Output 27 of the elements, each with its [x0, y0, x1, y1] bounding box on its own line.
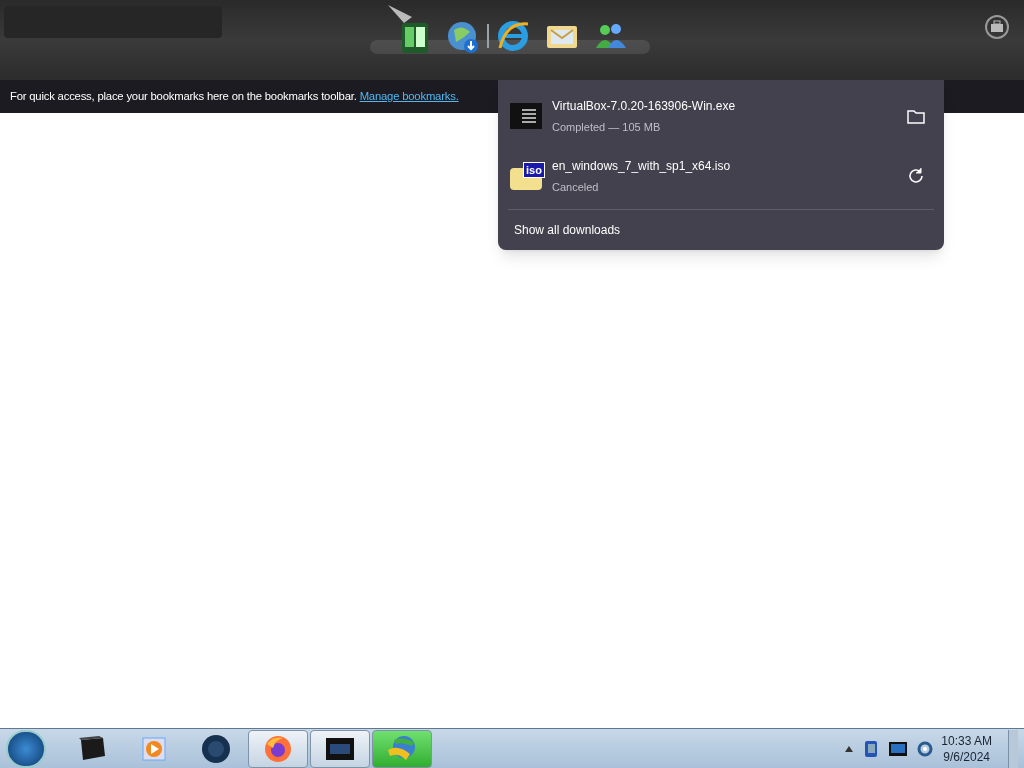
clock-date[interactable]: 9/6/2024: [943, 748, 990, 765]
download-filename: en_windows_7_with_sp1_x64.iso: [552, 157, 732, 175]
browser-e-icon[interactable]: [496, 18, 530, 52]
download-status: Canceled: [552, 179, 600, 195]
box-icon: [77, 735, 107, 762]
network-icon[interactable]: [863, 739, 880, 758]
clock-time[interactable]: 10:33 AM: [941, 732, 992, 749]
show-all-downloads-button[interactable]: Show all downloads: [504, 213, 938, 247]
dock-separator: [487, 24, 489, 48]
retry-icon[interactable]: [907, 167, 925, 185]
terminal-file-icon: [510, 103, 542, 129]
download-item[interactable]: VirtualBox-7.0.20-163906-Win.exe Completed — 105 MB: [504, 86, 938, 146]
taskbar-button[interactable]: [310, 729, 370, 768]
bookmarks-hint: For quick access, place your bookmarks here on the bookmarks toolbar.: [10, 89, 357, 105]
start-button[interactable]: [6, 729, 46, 768]
show-hidden-icons-icon[interactable]: [845, 745, 854, 752]
download-status: Completed — 105 MB: [552, 119, 662, 135]
monitor-icon[interactable]: [889, 741, 908, 756]
monitor-window-icon: [326, 737, 354, 760]
play-icon: [141, 735, 167, 762]
fox-globe-icon: [263, 733, 293, 764]
download-filename: VirtualBox-7.0.20-163906-Win.exe: [552, 97, 737, 115]
manage-bookmarks-link[interactable]: Manage bookmarks.: [359, 88, 459, 105]
globe-download-icon[interactable]: [446, 20, 480, 54]
download-item[interactable]: iso en_windows_7_with_sp1_x64.iso Canceled: [504, 146, 938, 206]
folder-icon[interactable]: [907, 108, 925, 124]
briefcase-icon[interactable]: [984, 14, 1010, 40]
